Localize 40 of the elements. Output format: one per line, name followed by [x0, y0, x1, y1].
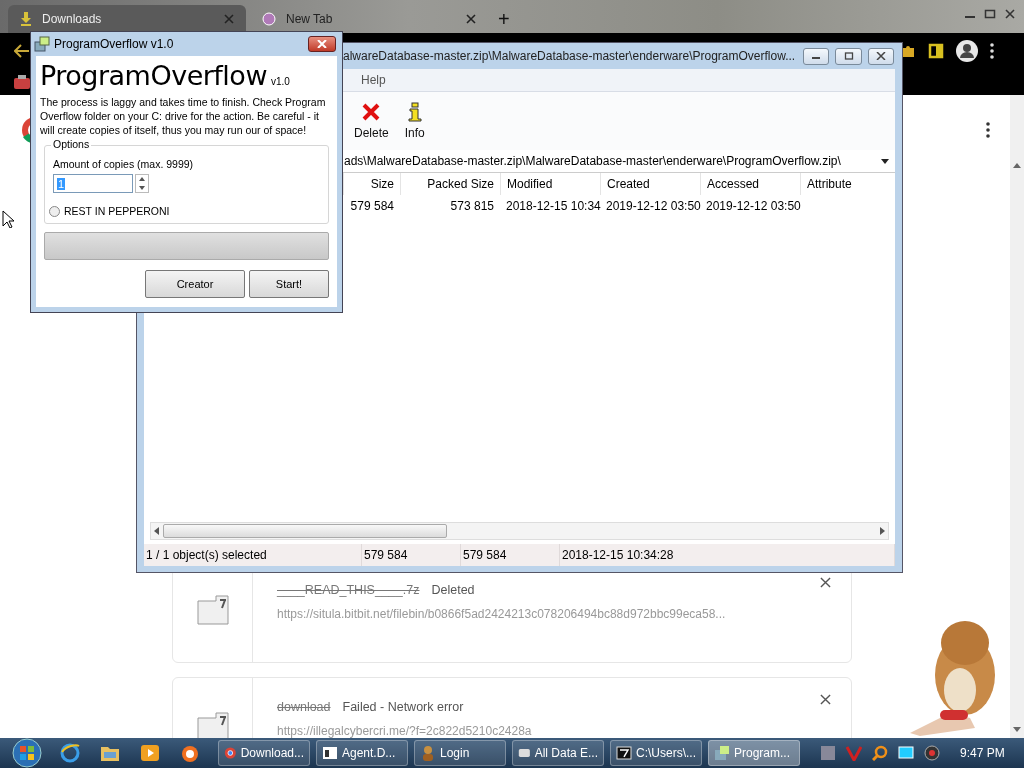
file-name[interactable]: download: [277, 700, 331, 714]
download-status: Failed - Network error: [342, 700, 464, 714]
radio-label[interactable]: REST IN PEPPERONI: [64, 205, 170, 217]
window-title: alwareDatabase-master.zip\MalwareDatabase-master\enderware\ProgramOverflow...: [343, 49, 796, 63]
status-text: 2018-12-15 10:34:28: [560, 544, 895, 566]
taskbar-button[interactable]: Download...: [218, 740, 310, 766]
taskbar-button[interactable]: Login: [414, 740, 506, 766]
dialog-button[interactable]: Start!: [249, 270, 329, 298]
table-cell-text: 2018-12-15 10:34: [505, 199, 600, 213]
column-header[interactable]: Created: [600, 173, 700, 195]
window-title: ProgramOverflow v1.0: [54, 37, 174, 51]
toolbar-button[interactable]: Delete: [350, 102, 393, 140]
table-cell-text: 2019-12-12 03:50: [705, 199, 800, 213]
column-header[interactable]: Packed Size: [400, 173, 500, 195]
taskbar-button[interactable]: All Data E...: [512, 740, 604, 766]
group-label: Options: [51, 138, 92, 150]
new-tab-button[interactable]: +: [492, 5, 516, 33]
clock[interactable]: 9:47 PM: [960, 746, 1005, 760]
table-cell-text: 579 584: [349, 199, 395, 213]
table-cell-text: 2019-12-12 03:50: [605, 199, 700, 213]
description: The process is laggy and takes time to finish. Check Program Overflow folder on your C: drive for the action. Be careful - it will create copies of itself, thus you may run our of space!: [40, 95, 327, 137]
app-heading: ProgramOverflow: [40, 60, 267, 91]
status-text: 579 584: [461, 544, 560, 566]
column-header[interactable]: Attribute: [800, 173, 895, 195]
status-text: 579 584: [362, 544, 461, 566]
version-label: v1.0: [271, 76, 290, 87]
taskbar-button[interactable]: C:\Users\...: [610, 740, 702, 766]
column-header[interactable]: Accessed: [700, 173, 800, 195]
download-status: Deleted: [431, 583, 475, 597]
column-header[interactable]: Modified: [500, 173, 600, 195]
status-text: 1 / 1 object(s) selected: [144, 544, 362, 566]
file-name[interactable]: ____READ_THIS____.7z: [277, 583, 420, 597]
table-cell-text: 573 815: [449, 199, 495, 213]
taskbar-button[interactable]: Program...: [708, 740, 800, 766]
menu-item[interactable]: Help: [361, 73, 386, 87]
dialog-button[interactable]: Creator: [145, 270, 245, 298]
taskbar-button[interactable]: Agent.D...: [316, 740, 408, 766]
browser-tab[interactable]: New Tab: [250, 5, 488, 33]
toolbar-button[interactable]: Info: [400, 102, 429, 140]
browser-tab[interactable]: Downloads: [8, 5, 246, 33]
